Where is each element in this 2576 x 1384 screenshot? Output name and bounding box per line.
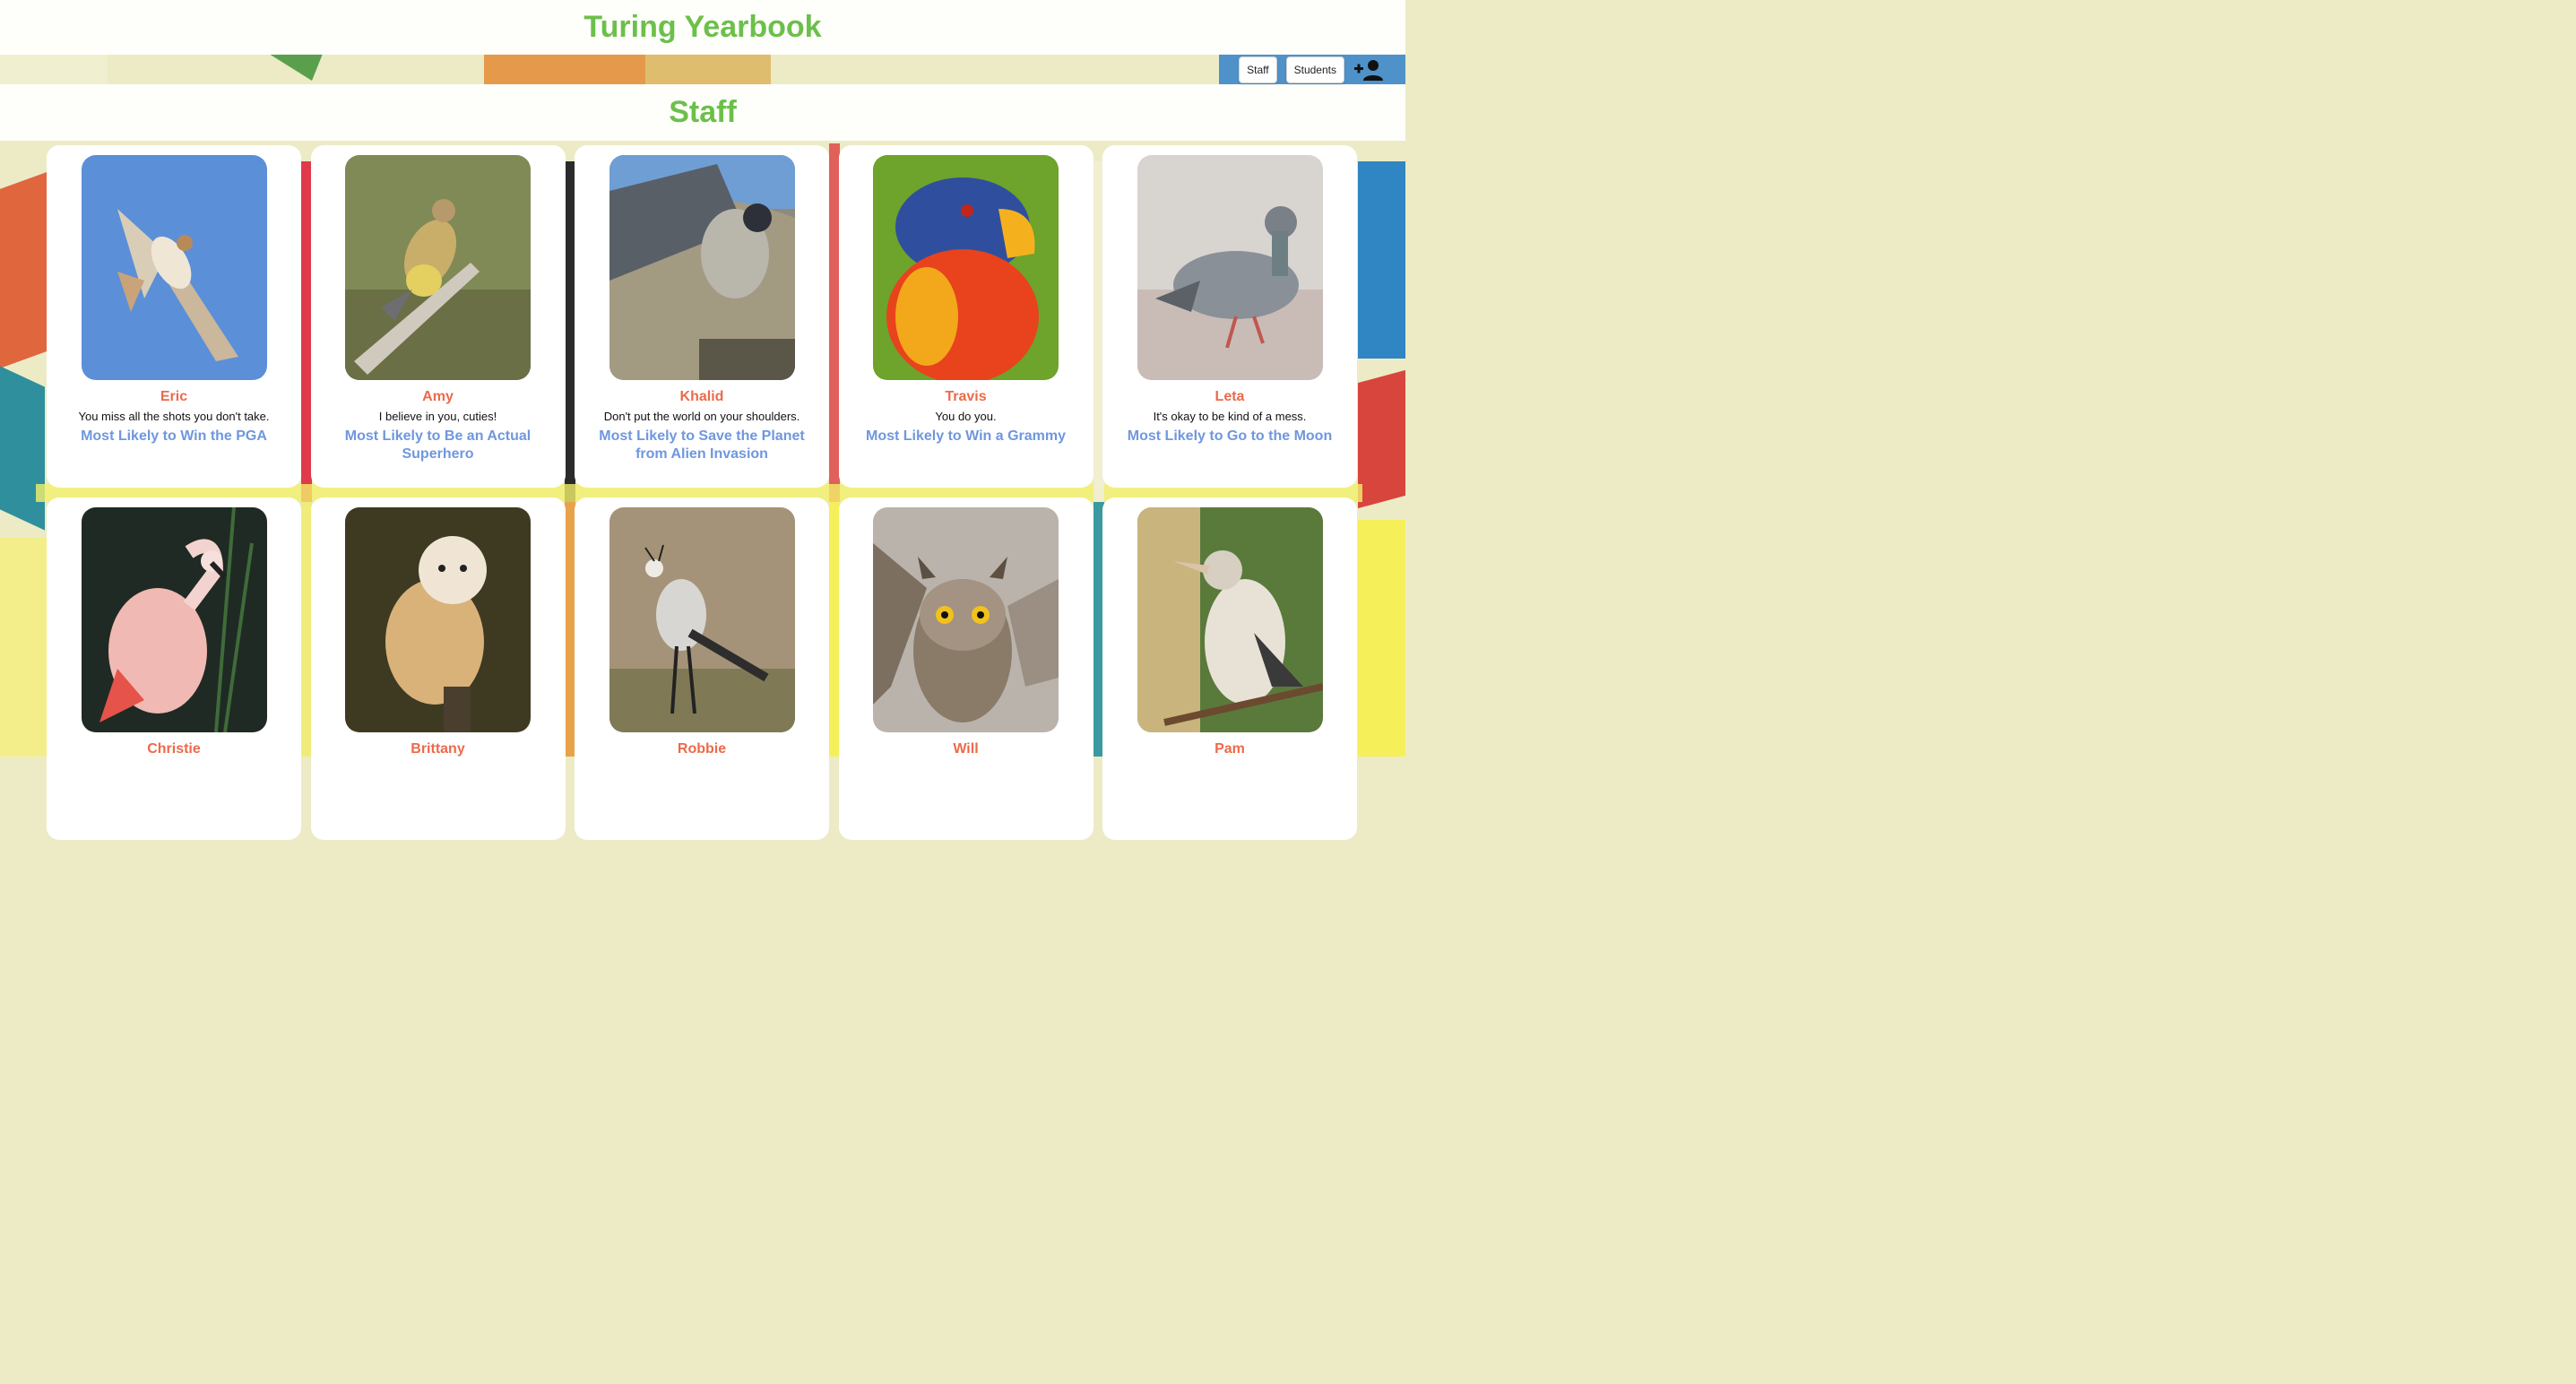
staff-quote: It's okay to be kind of a mess. [1153,410,1307,423]
staff-superlative: Most Likely to Win a Grammy [865,428,1066,444]
flamingo-photo [81,507,267,732]
students-button[interactable]: Students [1285,56,1344,83]
kookaburra-photo [1137,507,1323,732]
staff-name: Khalid [679,389,724,404]
staff-card[interactable]: Christie [47,497,301,840]
staff-card[interactable]: Eric You miss all the shots you don't ta… [47,145,301,488]
staff-quote: You do you. [935,410,997,423]
staff-quote: You miss all the shots you don't take. [78,410,270,423]
staff-card[interactable]: Leta It's okay to be kind of a mess. Mos… [1102,145,1357,488]
staff-name: Travis [945,389,987,404]
hawk-photo [81,155,267,380]
lorikeet-photo [873,155,1059,380]
section-header: Staff [0,84,1405,141]
staff-name: Leta [1215,389,1245,404]
staff-card[interactable]: Will [838,497,1094,840]
staff-card[interactable]: Amy I believe in you, cuties! Most Likel… [310,145,566,488]
secretary-bird-photo [609,507,795,732]
staff-card[interactable]: Brittany [310,497,566,840]
staff-name: Brittany [411,741,465,757]
horned-owl-photo [873,507,1059,732]
add-person-icon[interactable] [1353,56,1386,83]
staff-name: Christie [147,741,201,757]
section-title: Staff [669,95,737,129]
staff-quote: I believe in you, cuties! [378,410,497,423]
staff-name: Robbie [677,741,727,757]
staff-card[interactable]: Travis You do you. Most Likely to Win a … [838,145,1094,488]
staff-superlative: Most Likely to Go to the Moon [1127,428,1333,444]
staff-card[interactable]: Pam [1102,497,1357,840]
staff-name: Will [953,741,979,757]
staff-card[interactable]: Khalid Don't put the world on your shoul… [575,145,829,488]
nav-bar: Staff Students [1239,55,1405,84]
staff-superlative: Most Likely to Win the PGA [81,428,267,444]
staff-button[interactable]: Staff [1239,56,1277,83]
site-header: Turing Yearbook [0,0,1405,55]
barn-owl-photo [345,507,531,732]
waxwing-photo [345,155,531,380]
staff-grid: Eric You miss all the shots you don't ta… [47,145,1357,840]
staff-name: Amy [422,389,454,404]
site-title: Turing Yearbook [583,10,822,44]
staff-name: Eric [160,389,188,404]
falcon-photo [609,155,795,380]
staff-quote: Don't put the world on your shoulders. [603,410,800,423]
staff-card[interactable]: Robbie [575,497,829,840]
staff-name: Pam [1215,741,1245,757]
staff-superlative: Most Likely to Save the Planet from Alie… [599,428,805,462]
pigeon-photo [1137,155,1323,380]
staff-superlative: Most Likely to Be an Actual Superhero [344,428,532,462]
